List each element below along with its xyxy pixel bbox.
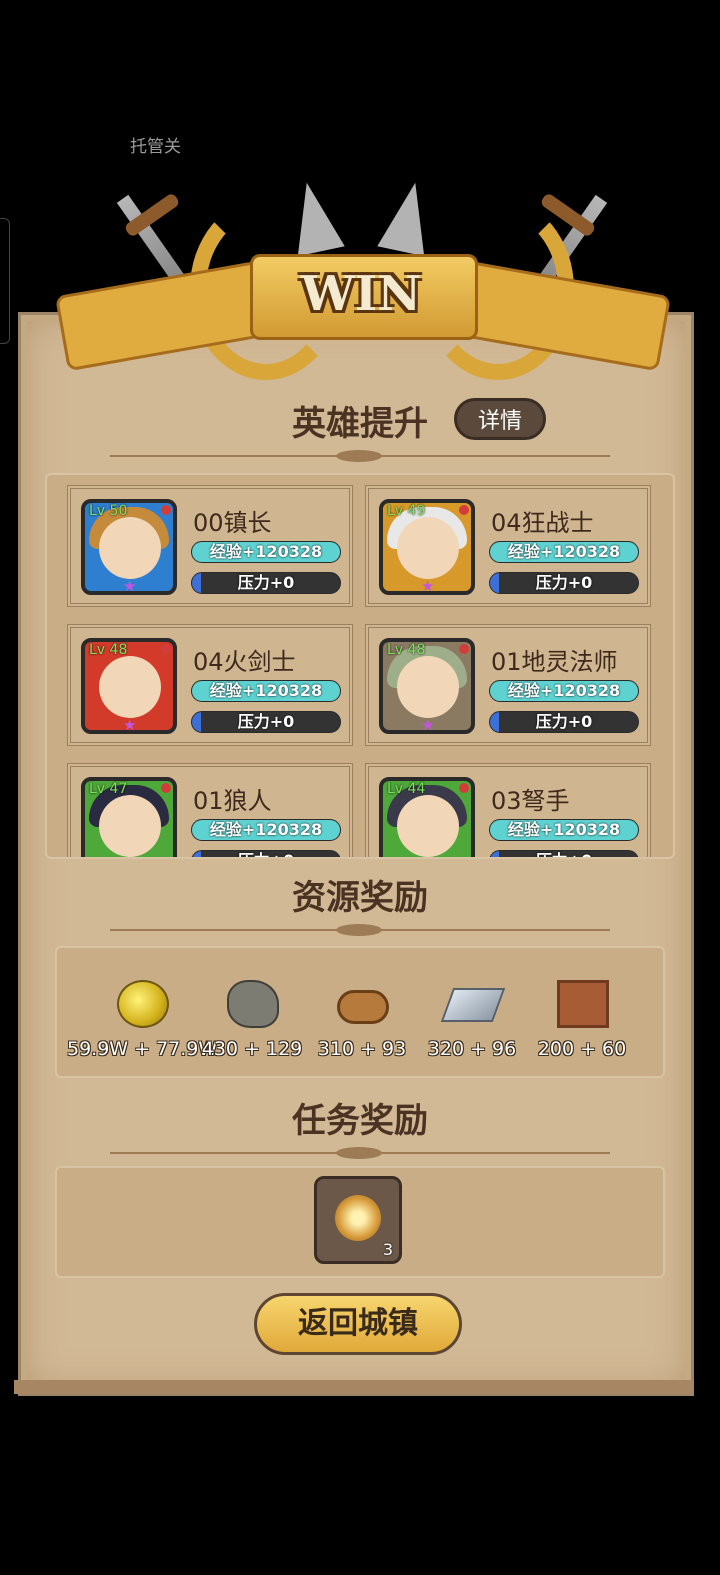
- hero-level: Lv 44: [387, 781, 426, 797]
- hero-card[interactable]: Lv 44 ★ 03弩手经验+120328 压力+0: [365, 763, 651, 857]
- star-icon: ★: [421, 577, 435, 595]
- task-section-title: 任务奖励: [292, 1101, 428, 1141]
- pressure-bar: 压力+0: [191, 711, 341, 733]
- exp-text: 经验+120328: [507, 542, 621, 561]
- hero-portrait[interactable]: Lv 48 ★: [81, 638, 177, 734]
- hero-card[interactable]: Lv 47 ★ 01狼人经验+120328 压力+0: [67, 763, 353, 857]
- hero-name: 01地灵法师: [491, 648, 618, 676]
- hero-face: [397, 795, 459, 857]
- pressure-text: 压力+0: [237, 712, 295, 731]
- exp-text: 经验+120328: [507, 820, 621, 839]
- hero-name: 01狼人: [193, 787, 272, 815]
- star-icon: ★: [123, 716, 137, 734]
- win-title: WIN: [300, 266, 422, 322]
- side-drawer-handle[interactable]: [0, 218, 10, 344]
- win-banner: WIN: [40, 168, 680, 398]
- divider-ornament: [336, 924, 382, 936]
- notification-dot-icon: [459, 505, 469, 515]
- notification-dot-icon: [161, 783, 171, 793]
- hero-portrait[interactable]: Lv 44 ★: [379, 777, 475, 857]
- gold-coin-icon: [117, 980, 169, 1028]
- ore-stone-icon: [227, 980, 279, 1028]
- exp-text: 经验+120328: [209, 820, 323, 839]
- exp-bar: 经验+120328: [489, 680, 639, 702]
- resource-item-hide[interactable]: 200 + 60: [527, 974, 637, 1064]
- leather-hide-icon: [557, 980, 609, 1028]
- task-reward-item[interactable]: 3: [314, 1176, 402, 1264]
- iron-ingot-icon: [440, 988, 506, 1022]
- hero-face: [99, 517, 161, 579]
- pressure-text: 压力+0: [535, 712, 593, 731]
- hero-level: Lv 48: [387, 642, 426, 658]
- detail-button[interactable]: 详情: [454, 398, 546, 440]
- return-town-button[interactable]: 返回城镇: [254, 1293, 462, 1355]
- exp-bar: 经验+120328: [489, 541, 639, 563]
- hero-section-title: 英雄提升: [292, 404, 428, 444]
- medal-icon: [335, 1195, 381, 1241]
- exp-text: 经验+120328: [209, 681, 323, 700]
- pressure-bar: 压力+0: [489, 850, 639, 857]
- hero-name: 03弩手: [491, 787, 570, 815]
- spear-tip-icon: [377, 177, 439, 257]
- hero-face: [397, 517, 459, 579]
- notification-dot-icon: [161, 644, 171, 654]
- hero-name: 04狂战士: [491, 509, 594, 537]
- star-icon: ★: [123, 577, 137, 595]
- pressure-text: 压力+0: [490, 851, 638, 857]
- pressure-bar: 压力+0: [489, 711, 639, 733]
- star-icon: ★: [123, 855, 136, 857]
- hero-portrait[interactable]: Lv 49 ★: [379, 499, 475, 595]
- hero-card[interactable]: Lv 49 ★ 04狂战士经验+120328 压力+0: [365, 485, 651, 607]
- hero-name: 00镇长: [193, 509, 272, 537]
- resource-reward-box: 59.9W + 77.9W 430 + 129 310 + 93 320 + 9…: [55, 946, 665, 1078]
- exp-text: 经验+120328: [507, 681, 621, 700]
- exp-bar: 经验+120328: [191, 541, 341, 563]
- exp-bar: 经验+120328: [191, 819, 341, 841]
- reward-count: 3: [382, 1240, 393, 1259]
- wood-log-icon: [337, 990, 389, 1024]
- notification-dot-icon: [161, 505, 171, 515]
- exp-text: 经验+120328: [209, 542, 323, 561]
- hero-level: Lv 48: [89, 642, 128, 658]
- hero-portrait[interactable]: Lv 48 ★: [379, 638, 475, 734]
- notification-dot-icon: [459, 783, 469, 793]
- resource-section-title: 资源奖励: [292, 878, 428, 918]
- hero-face: [99, 795, 161, 857]
- hero-face: [99, 656, 161, 718]
- hero-level: Lv 50: [89, 503, 128, 519]
- pressure-text: 压力+0: [535, 573, 593, 592]
- pressure-text: 压力+0: [237, 573, 295, 592]
- hero-level: Lv 47: [89, 781, 128, 797]
- hero-card[interactable]: Lv 50 ★ 00镇长经验+120328 压力+0: [67, 485, 353, 607]
- star-icon: ★: [421, 716, 435, 734]
- exp-bar: 经验+120328: [489, 819, 639, 841]
- hero-card[interactable]: Lv 48 ★ 01地灵法师经验+120328 压力+0: [365, 624, 651, 746]
- resource-amount: 200 + 60: [537, 1038, 627, 1060]
- hero-list[interactable]: Lv 50 ★ 00镇长经验+120328 压力+0 Lv 49 ★ 04狂战士经验+120…: [45, 473, 675, 859]
- auto-level-label[interactable]: 托管关: [130, 132, 181, 157]
- star-icon: ★: [421, 855, 434, 857]
- pressure-bar: 压力+0: [489, 572, 639, 594]
- hero-name: 04火剑士: [193, 648, 296, 676]
- hero-card[interactable]: Lv 48 ★ 04火剑士经验+120328 压力+0: [67, 624, 353, 746]
- exp-bar: 经验+120328: [191, 680, 341, 702]
- pressure-text: 压力+0: [192, 851, 340, 857]
- divider-ornament: [336, 450, 382, 462]
- hero-portrait[interactable]: Lv 47 ★: [81, 777, 177, 857]
- hero-level: Lv 49: [387, 503, 426, 519]
- hero-portrait[interactable]: Lv 50 ★: [81, 499, 177, 595]
- pressure-bar: 压力+0: [191, 572, 341, 594]
- hero-face: [397, 656, 459, 718]
- notification-dot-icon: [459, 644, 469, 654]
- pressure-bar: 压力+0: [191, 850, 341, 857]
- panel-bottom-edge: [14, 1380, 694, 1394]
- divider-ornament: [336, 1147, 382, 1159]
